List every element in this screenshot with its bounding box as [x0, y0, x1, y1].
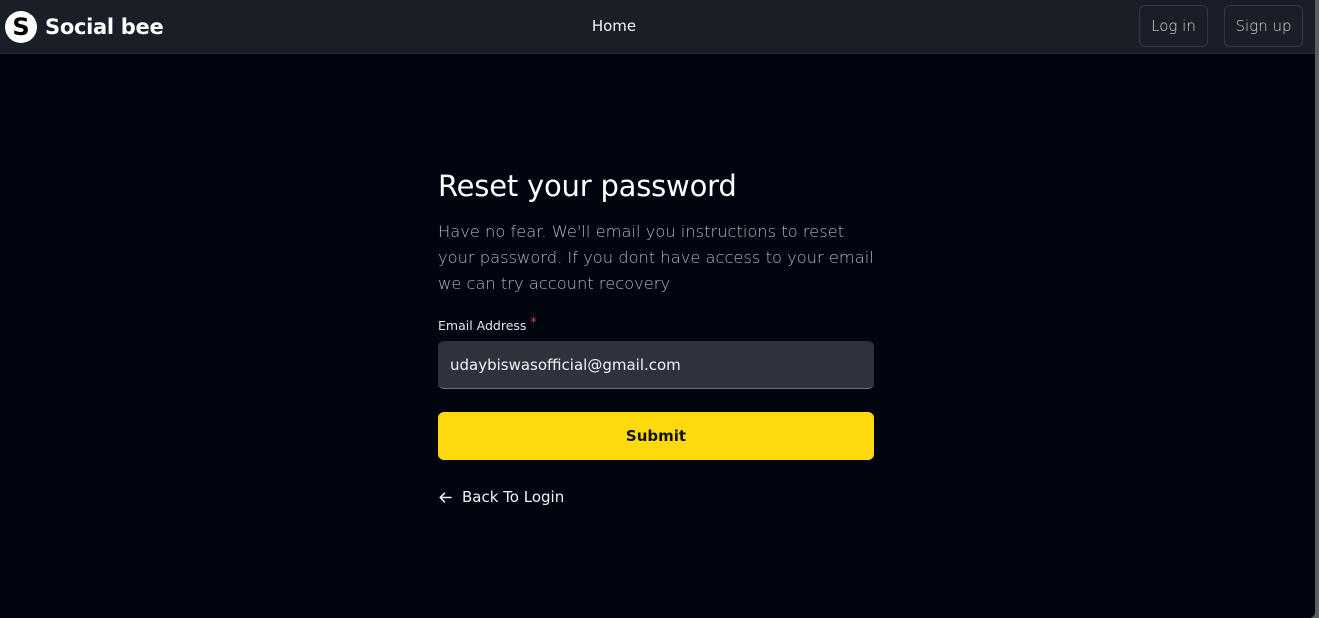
form-description: Have no fear. We'll email you instructio…: [438, 222, 874, 293]
email-field[interactable]: [438, 341, 874, 389]
signup-button[interactable]: Sign up: [1224, 5, 1303, 47]
page-title: Reset your password: [438, 169, 737, 203]
back-to-login-link[interactable]: Back To Login: [438, 484, 568, 510]
submit-button[interactable]: Submit: [438, 412, 874, 460]
social-bee-logo-icon: S: [5, 11, 37, 43]
brand-name: Social bee: [45, 15, 164, 39]
email-label-row: Email Address *: [438, 316, 874, 336]
app-window: S Social bee Home Log in Sign up Reset y…: [0, 0, 1315, 618]
logo-letter: S: [12, 12, 30, 41]
required-marker: *: [530, 315, 537, 329]
brand-logo-link[interactable]: S Social bee: [5, 10, 164, 44]
reset-password-form: Reset your password Have no fear. We'll …: [438, 165, 874, 510]
back-to-login-label: Back To Login: [462, 488, 565, 506]
email-label: Email Address: [438, 318, 527, 333]
navbar: S Social bee Home Log in Sign up: [0, 0, 1315, 54]
login-button[interactable]: Log in: [1139, 5, 1208, 47]
nav-home-link[interactable]: Home: [560, 15, 668, 37]
arrow-left-icon: [438, 490, 453, 505]
